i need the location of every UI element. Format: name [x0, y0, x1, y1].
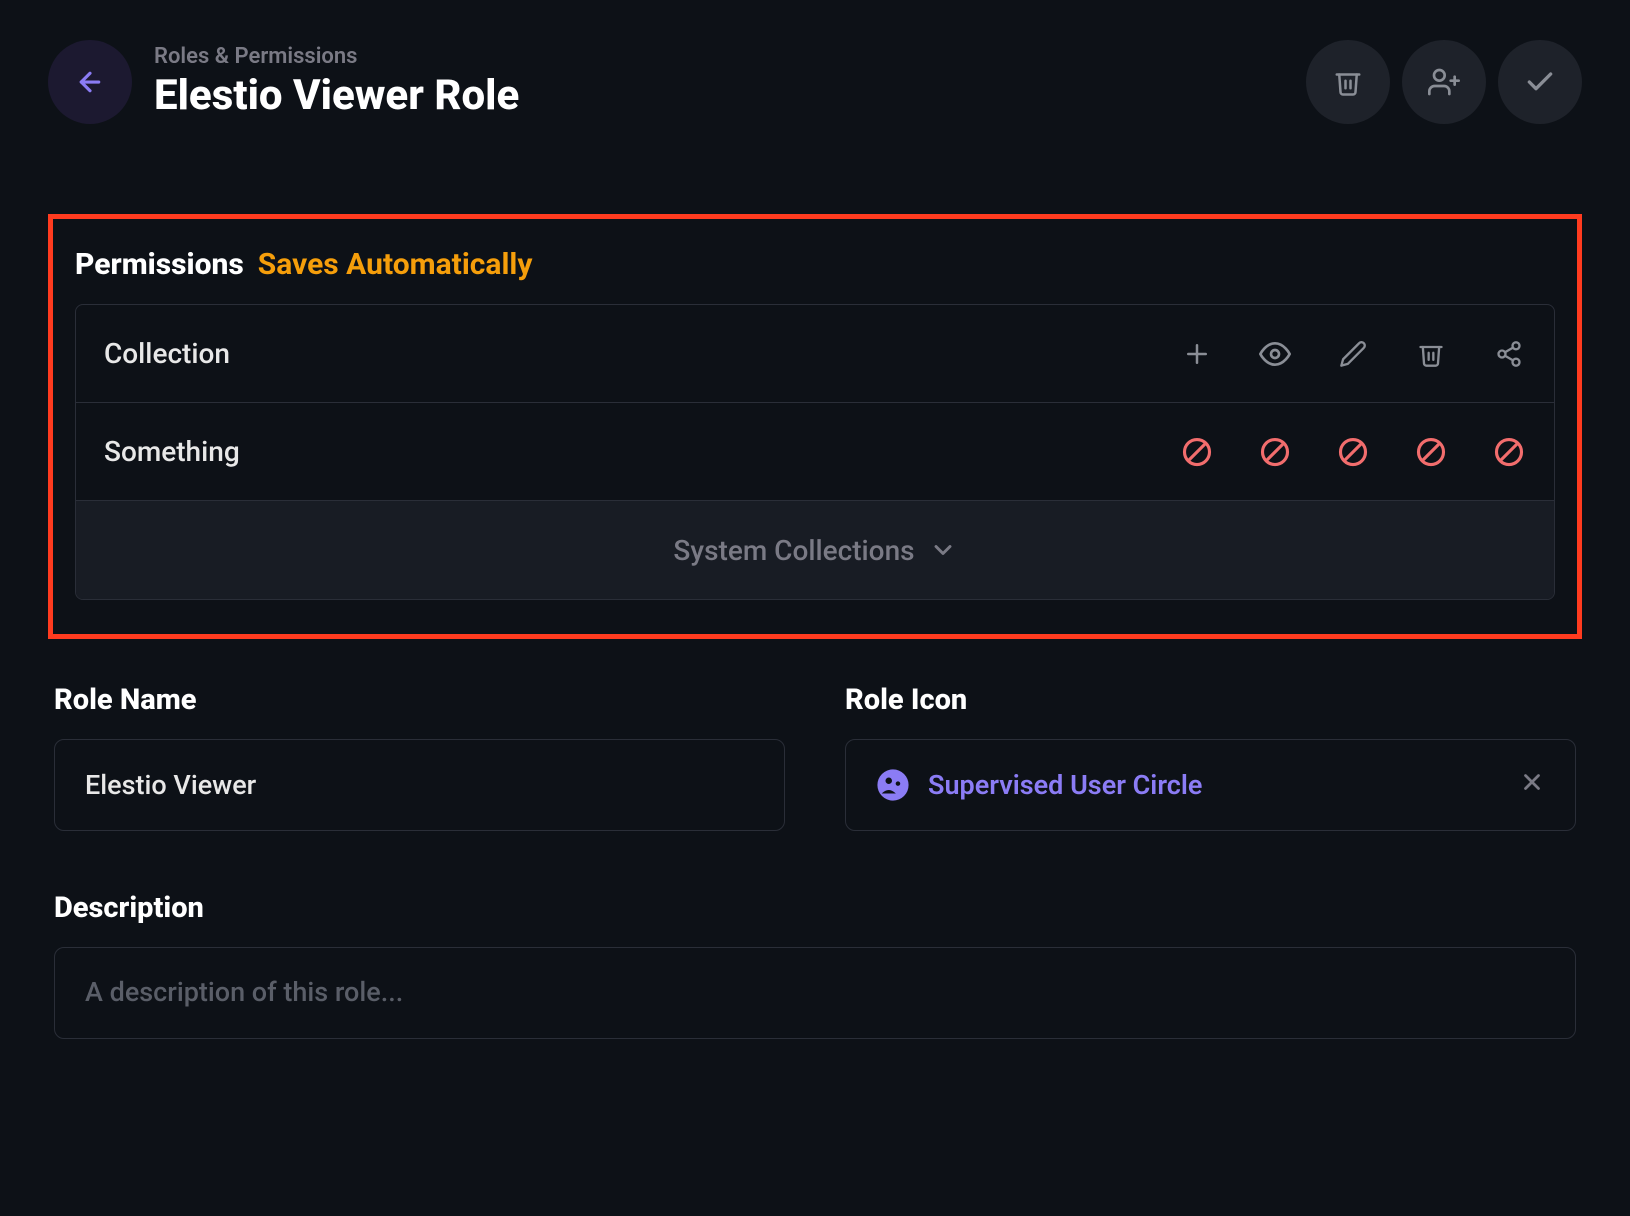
description-label: Description [54, 891, 1576, 925]
page-header: Roles & Permissions Elestio Viewer Role [48, 40, 1582, 124]
plus-icon [1182, 339, 1212, 369]
perm-delete-cell[interactable] [1414, 435, 1448, 469]
perm-update-cell[interactable] [1336, 435, 1370, 469]
clear-icon-button[interactable] [1519, 769, 1545, 801]
collection-name: Something [104, 435, 1180, 468]
deny-icon [1260, 437, 1290, 467]
chevron-down-icon [929, 536, 957, 564]
arrow-left-icon [75, 67, 105, 97]
pencil-icon [1339, 340, 1367, 368]
description-input-wrap[interactable] [54, 947, 1576, 1039]
share-column[interactable] [1492, 337, 1526, 371]
permissions-table: Collection Something [75, 304, 1555, 600]
system-collections-label: System Collections [673, 534, 914, 567]
header-titles: Roles & Permissions Elestio Viewer Role [154, 44, 1284, 120]
page-title: Elestio Viewer Role [154, 71, 1284, 120]
role-name-input[interactable] [85, 769, 754, 801]
save-button[interactable] [1498, 40, 1582, 124]
header-actions [1306, 40, 1582, 124]
person-add-icon [1428, 66, 1460, 98]
permissions-subtitle: Saves Automatically [258, 247, 533, 282]
eye-icon [1259, 338, 1291, 370]
create-column[interactable] [1180, 337, 1214, 371]
deny-icon [1338, 437, 1368, 467]
role-icon-field: Role Icon Supervised User Circle [845, 683, 1576, 831]
permissions-title: Permissions [75, 247, 244, 282]
share-icon [1495, 340, 1523, 368]
permission-action-headers [1180, 337, 1526, 371]
permission-cells [1180, 435, 1526, 469]
permissions-header: Permissions Saves Automatically [75, 247, 1555, 282]
trash-icon [1417, 340, 1445, 368]
role-name-field: Role Name [54, 683, 785, 831]
delete-button[interactable] [1306, 40, 1390, 124]
permissions-table-header: Collection [76, 305, 1554, 403]
description-field: Description [48, 891, 1582, 1039]
role-name-input-wrap[interactable] [54, 739, 785, 831]
close-icon [1519, 769, 1545, 795]
role-icon-value: Supervised User Circle [928, 769, 1501, 801]
role-icon-label: Role Icon [845, 683, 1576, 717]
permissions-highlight: Permissions Saves Automatically Collecti… [48, 214, 1582, 639]
deny-icon [1416, 437, 1446, 467]
form-grid: Role Name Role Icon Supervised User Circ… [48, 683, 1582, 831]
supervised-user-circle-icon [876, 768, 910, 802]
perm-create-cell[interactable] [1180, 435, 1214, 469]
update-column[interactable] [1336, 337, 1370, 371]
description-input[interactable] [85, 976, 1545, 1008]
role-icon-select[interactable]: Supervised User Circle [845, 739, 1576, 831]
read-column[interactable] [1258, 337, 1292, 371]
deny-icon [1494, 437, 1524, 467]
breadcrumb[interactable]: Roles & Permissions [154, 44, 1284, 69]
check-icon [1524, 66, 1556, 98]
collection-header-label: Collection [104, 337, 1180, 370]
system-collections-toggle[interactable]: System Collections [76, 501, 1554, 599]
perm-share-cell[interactable] [1492, 435, 1526, 469]
trash-icon [1333, 67, 1363, 97]
role-name-label: Role Name [54, 683, 785, 717]
add-user-button[interactable] [1402, 40, 1486, 124]
table-row[interactable]: Something [76, 403, 1554, 501]
deny-icon [1182, 437, 1212, 467]
back-button[interactable] [48, 40, 132, 124]
delete-column[interactable] [1414, 337, 1448, 371]
perm-read-cell[interactable] [1258, 435, 1292, 469]
